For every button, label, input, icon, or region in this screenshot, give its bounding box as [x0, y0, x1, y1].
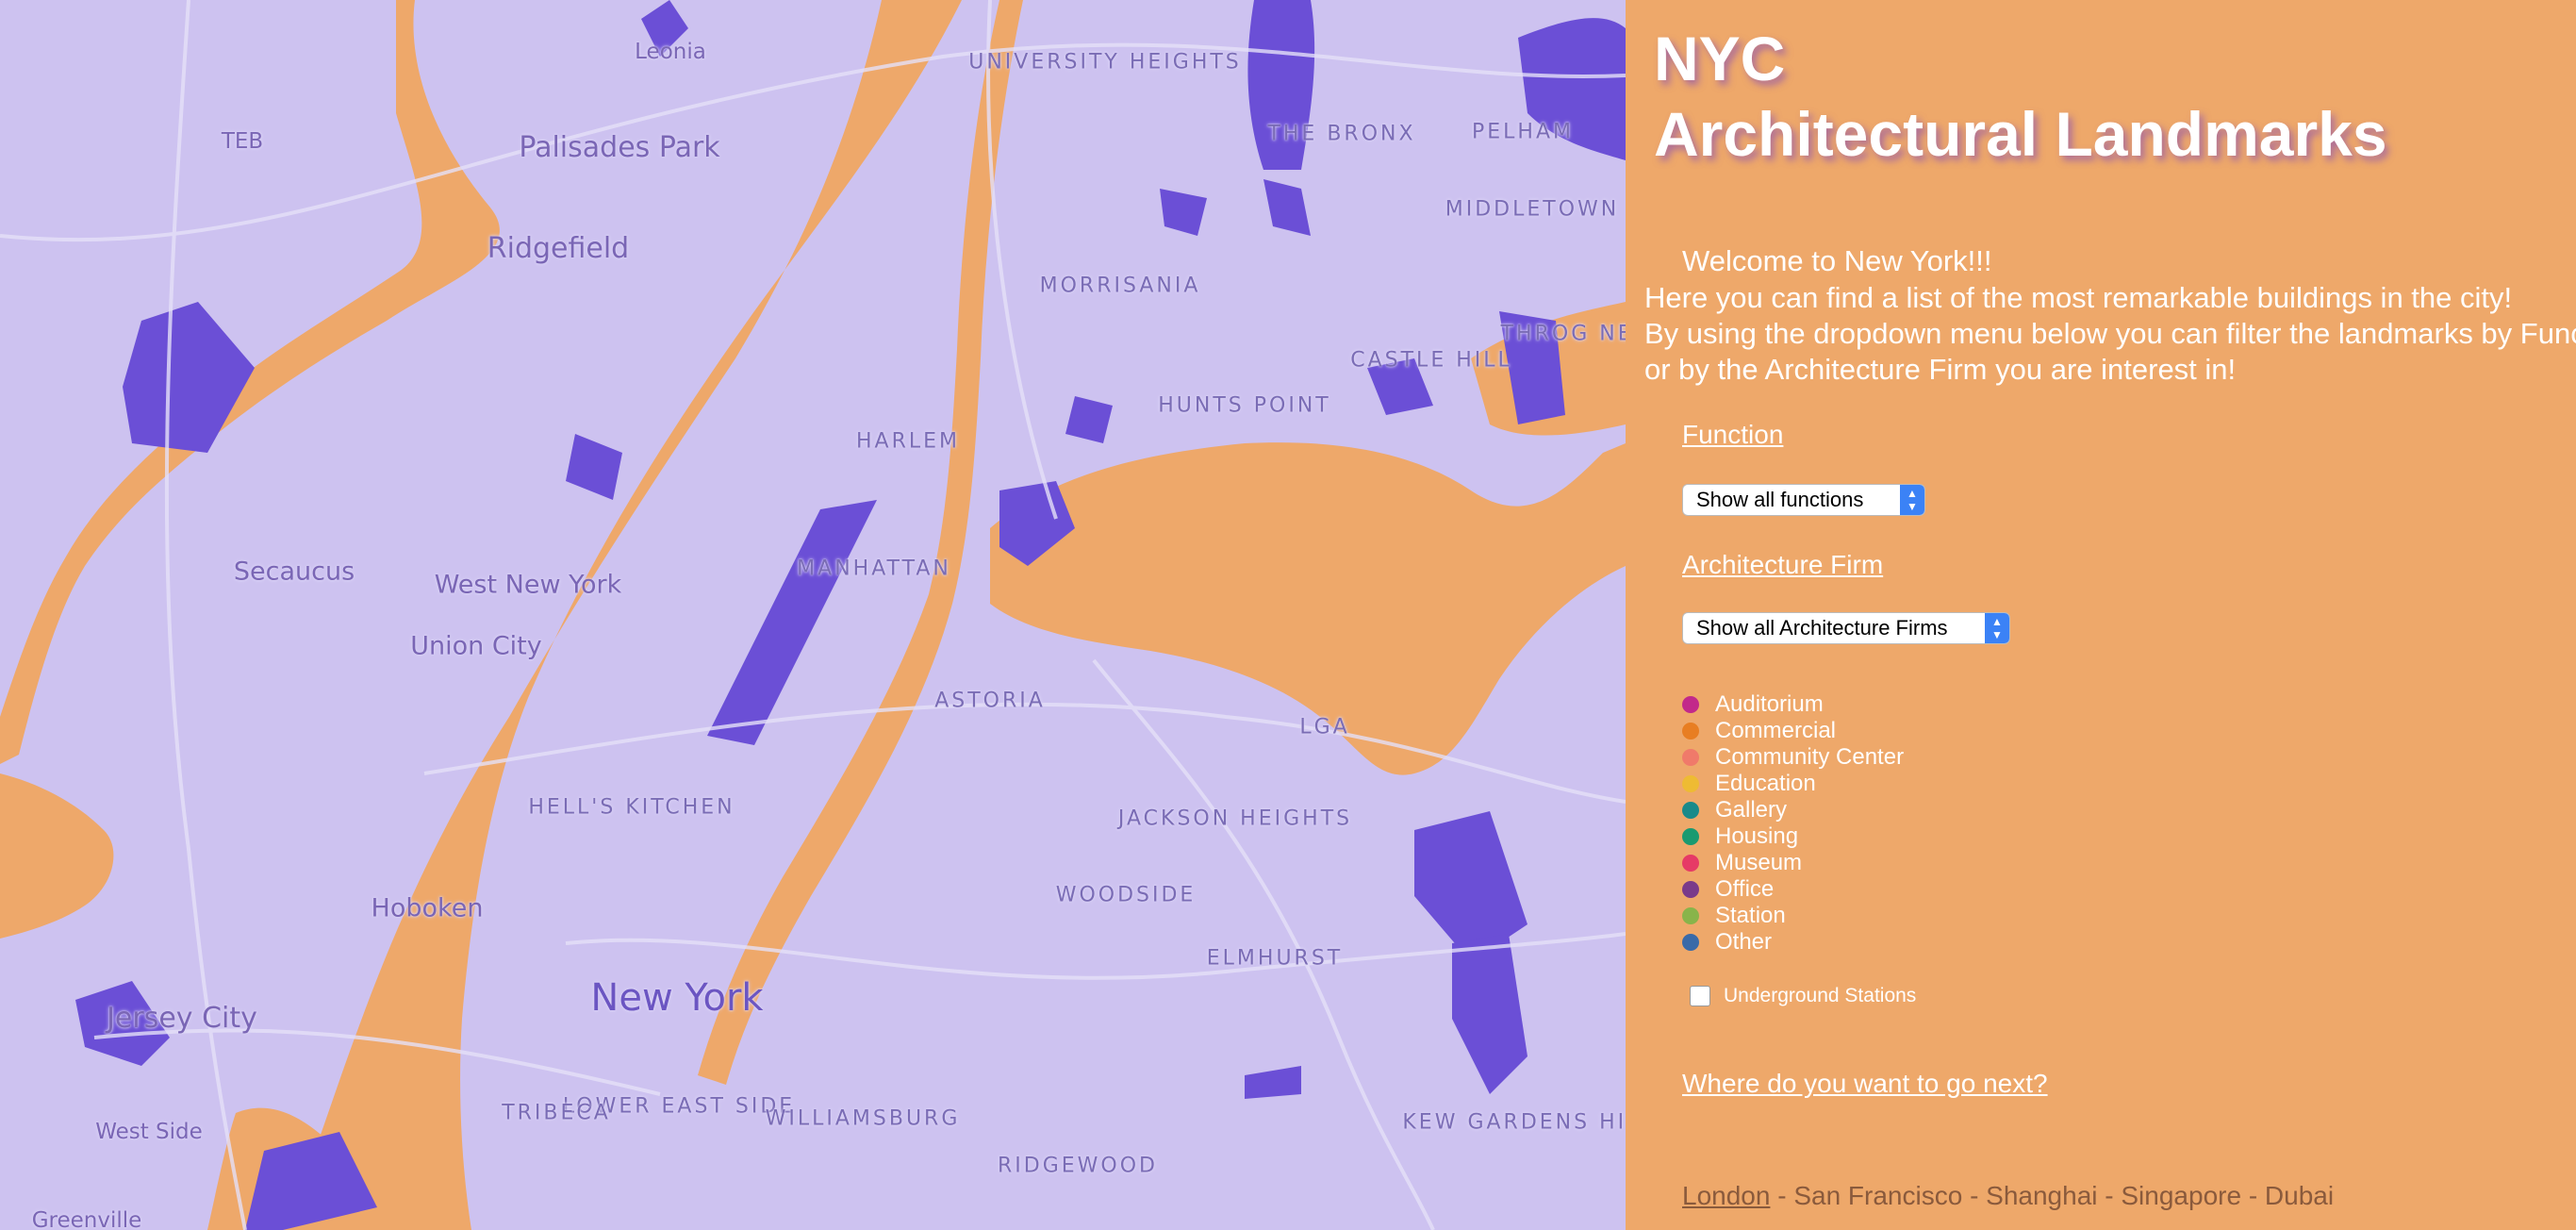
map-label: CASTLE HILL — [1350, 348, 1512, 373]
legend-item: Community Center — [1682, 744, 1904, 771]
city-link-current[interactable]: London — [1682, 1181, 1770, 1210]
legend-label: Education — [1715, 771, 1816, 796]
city-links-others[interactable]: - San Francisco - Shanghai - Singapore -… — [1770, 1181, 2334, 1210]
map-label: RIDGEWOOD — [998, 1154, 1158, 1178]
legend-label: Station — [1715, 903, 1786, 928]
map-label: New York — [590, 976, 764, 1020]
legend-dot-icon — [1682, 775, 1699, 792]
city-links: London - San Francisco - Shanghai - Sing… — [1682, 1181, 2334, 1211]
map-label: TEB — [221, 128, 264, 154]
map-label: ASTORIA — [934, 689, 1046, 713]
underground-toggle[interactable]: Underground Stations — [1690, 985, 1916, 1007]
map-label: UNIVERSITY HEIGHTS — [968, 50, 1242, 75]
firm-select-value: Show all Architecture Firms — [1696, 616, 1948, 640]
map-label: LGA — [1299, 715, 1350, 740]
select-arrows-icon: ▲ ▼ — [1900, 485, 1924, 515]
legend-item: Commercial — [1682, 718, 1904, 744]
map-label: THE BRONX — [1267, 122, 1416, 146]
legend-dot-icon — [1682, 828, 1699, 845]
legend-label: Housing — [1715, 823, 1799, 849]
select-arrows-icon: ▲ ▼ — [1985, 613, 2009, 643]
underground-checkbox[interactable] — [1690, 986, 1710, 1006]
legend-dot-icon — [1682, 696, 1699, 713]
map-label: West Side — [95, 1119, 203, 1144]
map-label: MANHATTAN — [797, 557, 951, 581]
legend-item: Education — [1682, 771, 1904, 797]
next-destination-link[interactable]: Where do you want to go next? — [1682, 1069, 2048, 1099]
legend-item: Gallery — [1682, 797, 1904, 823]
map-label: Leonia — [635, 39, 706, 64]
map-label: THROG NECK — [1500, 322, 1626, 346]
legend-label: Auditorium — [1715, 691, 1824, 717]
map-label: MORRISANIA — [1039, 274, 1201, 298]
map-label: Hoboken — [371, 893, 484, 923]
info-panel: NYC Architectural Landmarks Welcome to N… — [1626, 0, 2576, 1230]
legend: Auditorium Commercial Community Center Educ… — [1682, 691, 1904, 956]
intro-welcome: Welcome to New York!!! — [1682, 244, 1992, 277]
function-select[interactable]: Show all functions ▲ ▼ — [1682, 484, 1925, 516]
map-label: ELMHURST — [1206, 946, 1344, 971]
firm-label[interactable]: Architecture Firm — [1682, 550, 1883, 580]
underground-label: Underground Stations — [1724, 985, 1917, 1006]
map-label: Secaucus — [233, 557, 355, 587]
map-label: MIDDLETOWN — [1445, 197, 1620, 222]
legend-item: Station — [1682, 903, 1904, 929]
map-label: Ridgefield — [487, 231, 630, 265]
map-label: Palisades Park — [519, 130, 720, 164]
legend-dot-icon — [1682, 723, 1699, 740]
legend-label: Gallery — [1715, 797, 1788, 823]
function-label[interactable]: Function — [1682, 420, 1783, 450]
firm-select[interactable]: Show all Architecture Firms ▲ ▼ — [1682, 612, 2010, 644]
legend-dot-icon — [1682, 855, 1699, 872]
map-label: KEW GARDENS HILLS — [1402, 1110, 1626, 1135]
function-select-value: Show all functions — [1696, 488, 1864, 511]
map-label: Greenville — [31, 1207, 142, 1230]
legend-item: Housing — [1682, 823, 1904, 850]
map-canvas[interactable] — [0, 0, 1626, 1230]
map-label: JACKSON HEIGHTS — [1117, 806, 1353, 831]
map-label: Jersey City — [107, 1001, 257, 1035]
map-label: West New York — [434, 570, 622, 600]
intro-line4: or by the Architecture Firm you are inte… — [1644, 353, 2237, 386]
map-label: Union City — [410, 631, 542, 661]
map-label: HELL'S KITCHEN — [528, 795, 735, 820]
legend-label: Commercial — [1715, 718, 1837, 743]
legend-label: Other — [1715, 929, 1773, 955]
legend-label: Community Center — [1715, 744, 1905, 770]
legend-dot-icon — [1682, 749, 1699, 766]
map-label: WILLIAMSBURG — [765, 1106, 961, 1131]
map-label: HARLEM — [855, 429, 961, 454]
title-line1: NYC — [1654, 24, 1786, 93]
intro-line3: By using the dropdown menu below you can… — [1644, 317, 2576, 350]
legend-label: Museum — [1715, 850, 1803, 875]
legend-label: Office — [1715, 876, 1775, 902]
map-label: WOODSIDE — [1055, 883, 1197, 907]
intro-line2: Here you can find a list of the most rem… — [1644, 281, 2513, 314]
map-label: PELHAM — [1472, 120, 1574, 144]
legend-item: Office — [1682, 876, 1904, 903]
map-label: TRIBECA — [502, 1101, 611, 1125]
legend-dot-icon — [1682, 802, 1699, 819]
map-label: HUNTS POINT — [1158, 393, 1331, 418]
title-line2: Architectural Landmarks — [1654, 99, 2387, 169]
map[interactable]: Leonia TEB Palisades Park Ridgefield Secaucu… — [0, 0, 1626, 1230]
legend-dot-icon — [1682, 934, 1699, 951]
legend-item: Museum — [1682, 850, 1904, 876]
page-title: NYC Architectural Landmarks — [1654, 21, 2387, 172]
legend-item: Auditorium — [1682, 691, 1904, 718]
legend-dot-icon — [1682, 881, 1699, 898]
legend-dot-icon — [1682, 907, 1699, 924]
legend-item: Other — [1682, 929, 1904, 956]
